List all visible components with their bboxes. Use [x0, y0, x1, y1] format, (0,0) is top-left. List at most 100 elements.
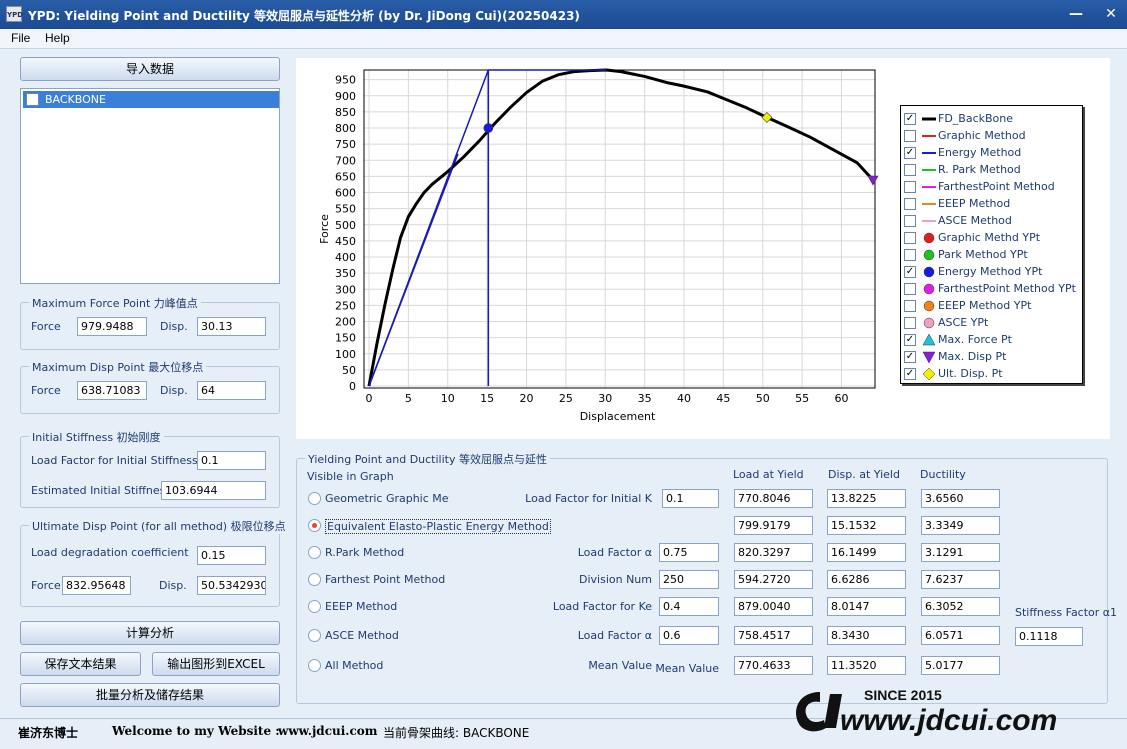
legend-checkbox[interactable] [904, 215, 916, 227]
legend-checkbox[interactable] [904, 130, 916, 142]
load-at-yield-field[interactable]: 820.3297 [734, 543, 813, 562]
disp-at-yield-field[interactable]: 8.3430 [827, 626, 906, 645]
legend-item[interactable]: EEEP Method YPt [904, 297, 1082, 314]
legend-checkbox[interactable]: ✓ [904, 368, 916, 380]
method-radio[interactable] [308, 546, 321, 559]
legend-checkbox[interactable] [904, 232, 916, 244]
legend-item[interactable]: ✓ Max. Force Pt [904, 331, 1082, 348]
param-label: Mean Value [588, 659, 652, 672]
ductility-field[interactable]: 6.3052 [921, 597, 1000, 616]
param-field[interactable]: 0.1 [662, 489, 719, 508]
legend-checkbox[interactable]: ✓ [904, 113, 916, 125]
legend-checkbox[interactable] [904, 198, 916, 210]
ductility-field[interactable]: 5.0177 [921, 656, 1000, 675]
ultimate-disp-label: Disp. [159, 579, 187, 592]
legend-item[interactable]: Park Method YPt [904, 246, 1082, 263]
legend-item[interactable]: Graphic Methd YPt [904, 229, 1082, 246]
method-radio[interactable] [308, 600, 321, 613]
ductility-field[interactable]: 3.1291 [921, 543, 1000, 562]
ultimate-force-field[interactable]: 832.95648 [62, 576, 131, 595]
legend-item[interactable]: Graphic Method [904, 127, 1082, 144]
legend-checkbox[interactable] [904, 181, 916, 193]
method-radio[interactable] [308, 519, 321, 532]
param-label: Load Factor for Initial K [525, 492, 652, 505]
export-excel-button[interactable]: 输出图形到EXCEL [152, 652, 280, 676]
legend-item[interactable]: ✓ FD_BackBone [904, 110, 1082, 127]
load-at-yield-field[interactable]: 879.0040 [734, 597, 813, 616]
legend-checkbox[interactable]: ✓ [904, 334, 916, 346]
legend-item[interactable]: ✓ Ult. Disp. Pt [904, 365, 1082, 382]
legend-item[interactable]: R. Park Method [904, 161, 1082, 178]
ductility-field[interactable]: 3.3349 [921, 516, 1000, 535]
legend-checkbox[interactable]: ✓ [904, 266, 916, 278]
load-at-yield-field[interactable]: 799.9179 [734, 516, 813, 535]
batch-analysis-button[interactable]: 批量分析及储存结果 [20, 683, 280, 707]
param-field[interactable]: 250 [659, 570, 719, 589]
stiffness-factor-field[interactable]: 0.1118 [1015, 627, 1083, 646]
x-tick-label: 5 [405, 392, 412, 405]
method-radio[interactable] [308, 659, 321, 672]
legend-checkbox[interactable] [904, 317, 916, 329]
method-label[interactable]: Equivalent Elasto-Plastic Energy Method [325, 519, 551, 534]
mean-value-label: Mean Value [655, 662, 719, 675]
legend-item[interactable]: ✓ Energy Method YPt [904, 263, 1082, 280]
ultimate-force-label: Force [31, 579, 61, 592]
initial-stiffness-load-factor-field[interactable]: 0.1 [197, 451, 266, 470]
logo-since: SINCE 2015 [864, 687, 942, 703]
legend-checkbox[interactable]: ✓ [904, 147, 916, 159]
disp-at-yield-field[interactable]: 16.1499 [827, 543, 906, 562]
disp-at-yield-field[interactable]: 13.8225 [827, 489, 906, 508]
load-at-yield-field[interactable]: 770.4633 [734, 656, 813, 675]
load-at-yield-field[interactable]: 770.8046 [734, 489, 813, 508]
disp-at-yield-field[interactable]: 11.3520 [827, 656, 906, 675]
legend-item[interactable]: ASCE YPt [904, 314, 1082, 331]
load-at-yield-field[interactable]: 594.2720 [734, 570, 813, 589]
degradation-coefficient-field[interactable]: 0.15 [197, 546, 266, 565]
save-text-button[interactable]: 保存文本结果 [20, 652, 141, 676]
method-label[interactable]: EEEP Method [325, 600, 397, 613]
method-label[interactable]: All Method [325, 659, 383, 672]
legend-checkbox[interactable]: ✓ [904, 351, 916, 363]
legend-checkbox[interactable] [904, 249, 916, 261]
method-radio[interactable] [308, 629, 321, 642]
legend-label: FD_BackBone [938, 112, 1014, 125]
param-field[interactable]: 0.6 [659, 626, 719, 645]
param-field[interactable]: 0.4 [659, 597, 719, 616]
compute-button[interactable]: 计算分析 [20, 621, 280, 645]
ductility-field[interactable]: 3.6560 [921, 489, 1000, 508]
x-tick-label: 20 [520, 392, 534, 405]
disp-at-yield-field[interactable]: 6.6286 [827, 570, 906, 589]
param-field[interactable]: 0.75 [659, 543, 719, 562]
status-welcome: Welcome to my Website : [112, 724, 280, 738]
legend-item[interactable]: FarthestPoint Method YPt [904, 280, 1082, 297]
method-label[interactable]: ASCE Method [325, 629, 399, 642]
method-label[interactable]: Geometric Graphic Methoc [325, 492, 449, 505]
y-tick-label: 300 [335, 283, 356, 296]
estimated-stiffness-field[interactable]: 103.6944 [161, 481, 266, 500]
x-tick-label: 0 [366, 392, 373, 405]
legend-item[interactable]: ✓ Max. Disp Pt [904, 348, 1082, 365]
method-radio[interactable] [308, 573, 321, 586]
param-label: Load Factor α [577, 546, 652, 559]
legend-checkbox[interactable] [904, 164, 916, 176]
method-label[interactable]: R.Park Method [325, 546, 404, 559]
legend-item[interactable]: ASCE Method [904, 212, 1082, 229]
method-radio[interactable] [308, 492, 321, 505]
disp-at-yield-field[interactable]: 15.1532 [827, 516, 906, 535]
legend-checkbox[interactable] [904, 300, 916, 312]
load-at-yield-field[interactable]: 758.4517 [734, 626, 813, 645]
legend-item[interactable]: EEEP Method [904, 195, 1082, 212]
legend-checkbox[interactable] [904, 283, 916, 295]
results-group-title: Yielding Point and Ductility 等效屈服点与延性 [305, 451, 550, 467]
param-label: Load Factor α [577, 629, 652, 642]
legend-item[interactable]: ✓ Energy Method [904, 144, 1082, 161]
method-label[interactable]: Farthest Point Method [325, 573, 445, 586]
legend-item[interactable]: FarthestPoint Method [904, 178, 1082, 195]
ductility-field[interactable]: 6.0571 [921, 626, 1000, 645]
ultimate-disp-field[interactable]: 50.53429308 [197, 576, 266, 595]
website-link[interactable]: www.jdcui.com [278, 724, 377, 738]
y-tick-label: 550 [335, 203, 356, 216]
x-axis-label: Displacement [580, 410, 656, 423]
disp-at-yield-field[interactable]: 8.0147 [827, 597, 906, 616]
ductility-field[interactable]: 7.6237 [921, 570, 1000, 589]
